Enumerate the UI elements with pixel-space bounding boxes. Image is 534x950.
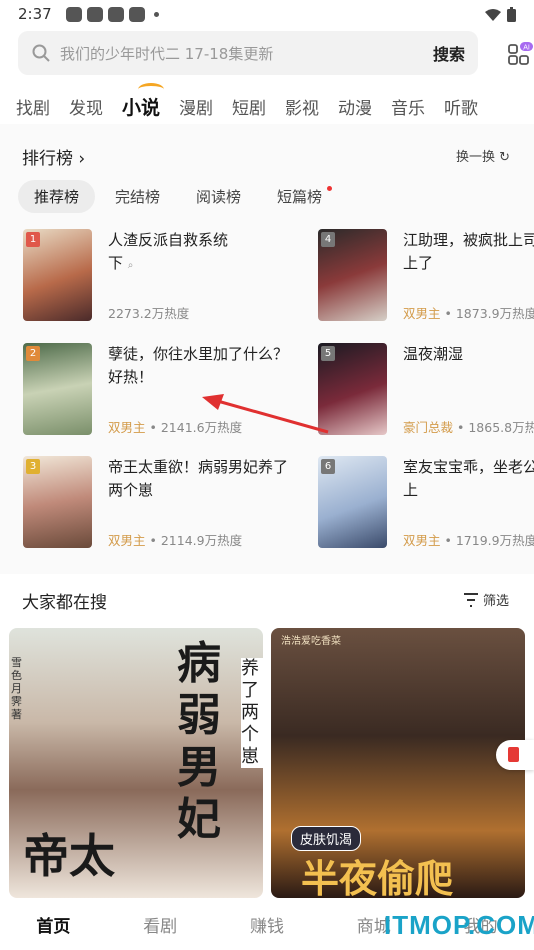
battery-icon: [507, 6, 516, 22]
book-title: 室友宝宝乖，坐老公腿上: [403, 458, 534, 499]
nav-tab[interactable]: 影视: [285, 94, 319, 119]
book-title: 孽徒，你往水里加了什么？好热！: [108, 345, 289, 386]
book-tag: 双男主: [403, 306, 441, 321]
book-item[interactable]: 3 帝王太重欲！病弱男妃养了两个崽 双男主 • 2114.9万热度: [23, 456, 293, 548]
nav-tab-active[interactable]: 小说: [122, 82, 165, 120]
book-title: 江助理，被疯批上司盯上了: [403, 231, 534, 272]
book-heat: 1873.9万热度: [455, 306, 534, 321]
book-meta: 双男主 • 1873.9万热度: [403, 303, 534, 321]
book-item[interactable]: 4 江助理，被疯批上司盯上了 双男主 • 1873.9万热度: [318, 229, 534, 321]
book-tag: 双男主: [108, 420, 146, 435]
book-title-line2: 下: [108, 254, 124, 272]
rank-badge: 3: [26, 459, 40, 474]
book-item[interactable]: 1 人渣反派自救系统下 ⌕ 2273.2万热度: [23, 229, 293, 321]
tab-earn[interactable]: 赚钱: [214, 912, 321, 937]
book-title: 温夜潮湿: [403, 345, 464, 363]
book-heat: 2114.9万热度: [160, 533, 243, 548]
book-title-text: 人渣反派自救系统: [108, 231, 229, 249]
book-item[interactable]: 5 温夜潮湿 豪门总裁 • 1865.8万热度: [318, 343, 534, 435]
rank-badge: 6: [321, 459, 335, 474]
ranking-tab-label: 短篇榜: [277, 188, 323, 206]
popular-title: 大家都在搜: [22, 593, 107, 613]
rank-badge: 4: [321, 232, 335, 247]
nav-tab[interactable]: 音乐: [391, 94, 425, 119]
book-meta: 2273.2万热度: [108, 303, 189, 322]
book-meta: 双男主 • 1719.9万热度: [403, 530, 534, 548]
red-packet-icon: [508, 747, 519, 762]
cover-title: 半夜偷爬: [301, 856, 454, 898]
book-cover: 6: [318, 456, 387, 548]
nav-tab[interactable]: 漫剧: [179, 94, 213, 119]
ranking-tab-finished[interactable]: 完结榜: [99, 180, 176, 213]
svg-text:AI: AI: [523, 45, 530, 52]
status-time: 2:37: [18, 5, 52, 23]
search-icon: [32, 44, 50, 62]
cover-author: 浩浩爱吃香菜: [281, 636, 341, 647]
wifi-icon: [485, 8, 501, 21]
watermark: ITMOP.COM: [384, 910, 534, 940]
cover-subtitle: 养了两个崽: [241, 658, 263, 768]
book-tag: 双男主: [108, 533, 146, 548]
tab-home[interactable]: 首页: [0, 912, 107, 937]
rank-badge: 2: [26, 346, 40, 361]
annotation-arrow-icon: [202, 394, 329, 434]
book-cover: 2: [23, 343, 92, 435]
nav-tab[interactable]: 听歌: [444, 94, 478, 119]
cover-title: 病弱男妃: [177, 638, 221, 845]
nav-tab[interactable]: 发现: [69, 94, 103, 119]
book-card[interactable]: 浩浩爱吃香菜 皮肤饥渴 半夜偷爬: [271, 628, 525, 898]
ranking-header[interactable]: 排行榜 ›: [22, 144, 85, 169]
filter-icon: [464, 592, 478, 607]
ranking-title: 排行榜: [22, 149, 73, 169]
rank-badge: 5: [321, 346, 335, 361]
book-meta: 豪门总裁 • 1865.8万热度: [403, 417, 534, 435]
notification-icon: [107, 6, 124, 22]
book-heat: 1719.9万热度: [455, 533, 534, 548]
ranking-tab-reading[interactable]: 阅读榜: [180, 180, 257, 213]
swap-button[interactable]: 换一换 ↻: [456, 146, 510, 165]
filter-button[interactable]: 筛选: [463, 590, 509, 609]
book-cover: 1: [23, 229, 92, 321]
ranking-tabs: 推荐榜 完结榜 阅读榜 短篇榜: [18, 180, 342, 213]
nav-tab[interactable]: 短剧: [232, 94, 266, 119]
status-bar: 2:37: [0, 0, 534, 28]
rank-badge: 1: [26, 232, 40, 247]
book-heat: 1865.8万热度: [468, 420, 534, 435]
book-item[interactable]: 6 室友宝宝乖，坐老公腿上 双男主 • 1719.9万热度: [318, 456, 534, 548]
book-tag: 豪门总裁: [403, 420, 454, 435]
search-row: 我们的少年时代二 17-18集更新 搜索 AI: [18, 31, 534, 75]
apps-grid-icon[interactable]: AI: [507, 40, 533, 66]
nav-tab[interactable]: 动漫: [338, 94, 372, 119]
search-bar[interactable]: 我们的少年时代二 17-18集更新 搜索: [18, 31, 478, 75]
cover-author: 雪色月霁 著: [11, 656, 22, 721]
ranking-tab-recommend[interactable]: 推荐榜: [18, 180, 96, 213]
book-title: 人渣反派自救系统下 ⌕: [108, 229, 293, 277]
new-dot-icon: [327, 186, 333, 191]
book-cover: 3: [23, 456, 92, 548]
search-button[interactable]: 搜索: [433, 41, 465, 65]
filter-label: 筛选: [483, 594, 510, 609]
book-title: 帝王太重欲！病弱男妃养了两个崽: [108, 458, 289, 499]
book-meta: 双男主 • 2114.9万热度: [108, 533, 243, 548]
notification-icon: [128, 6, 145, 22]
cover-corner-text: 帝太: [23, 829, 115, 883]
tab-watch[interactable]: 看剧: [107, 912, 214, 937]
chevron-right-icon: ›: [78, 149, 86, 169]
book-heat: 2273.2万热度: [108, 306, 190, 321]
nav-tab[interactable]: 找剧: [16, 94, 50, 119]
category-nav: 找剧 发现 小说 漫剧 短剧 影视 动漫 音乐 听歌: [0, 82, 534, 124]
refresh-icon: ↻: [499, 150, 511, 165]
ranking-tab-short[interactable]: 短篇榜: [261, 180, 338, 213]
more-dot-icon: [153, 11, 159, 17]
notification-icon: [86, 6, 103, 22]
search-small-icon: ⌕: [127, 260, 134, 271]
red-packet-button[interactable]: [496, 740, 534, 770]
swap-label: 换一换: [456, 150, 496, 165]
book-cover: 4: [318, 229, 387, 321]
book-card[interactable]: 病弱男妃 养了两个崽 雪色月霁 著 帝太: [9, 628, 263, 898]
book-tag: 双男主: [403, 533, 441, 548]
notification-icon: [65, 6, 82, 22]
search-input[interactable]: 我们的少年时代二 17-18集更新: [60, 43, 433, 64]
